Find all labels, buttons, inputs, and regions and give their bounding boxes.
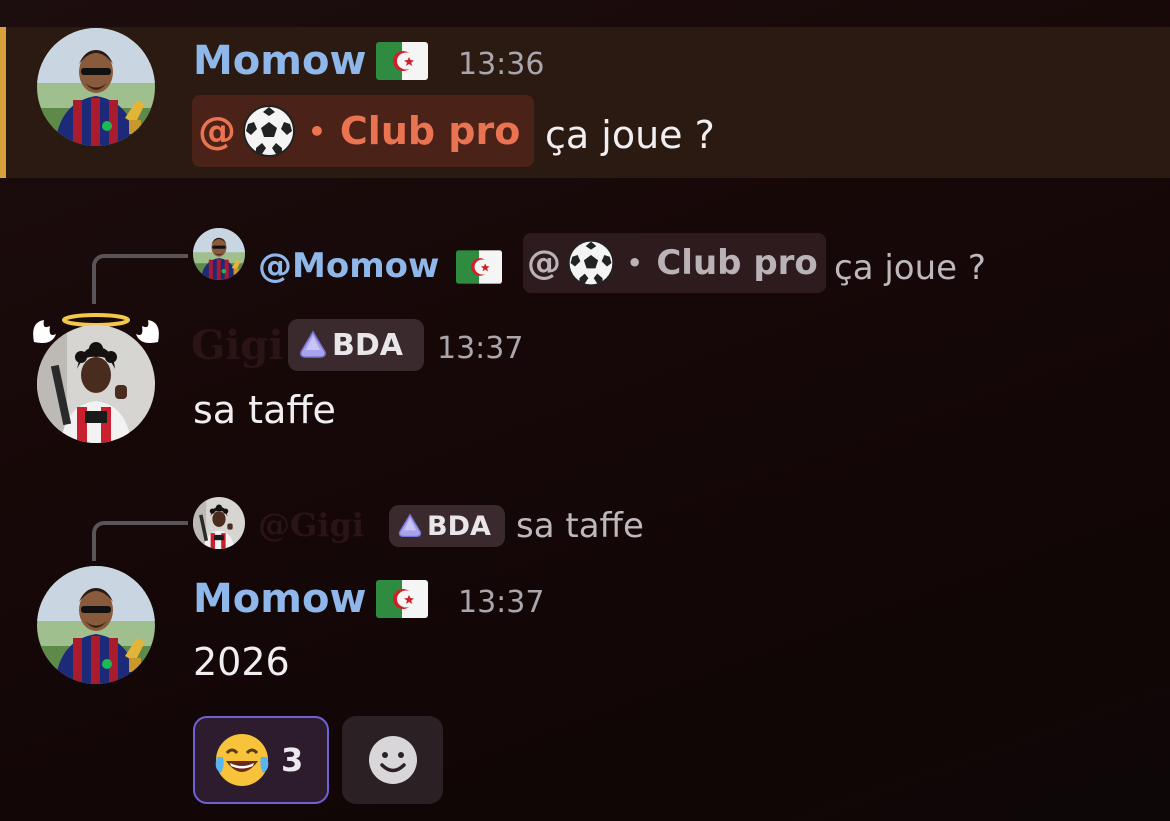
message-timestamp[interactable]: 13:37 <box>437 331 523 366</box>
reply-avatar[interactable] <box>193 497 245 549</box>
joy-emoji-icon <box>215 734 269 786</box>
server-tag-badge[interactable]: BDA <box>288 319 424 371</box>
mention-role-name: Club pro <box>339 109 521 153</box>
reply-connector <box>92 521 188 561</box>
avatar[interactable] <box>37 28 155 146</box>
reaction-count: 3 <box>281 741 304 779</box>
message-text: 2026 <box>193 640 290 684</box>
badge-label: BDA <box>427 510 491 542</box>
gem-icon <box>397 513 423 539</box>
reply-author-name[interactable]: @Gigi <box>258 506 364 544</box>
algeria-flag-icon <box>376 42 428 80</box>
message-timestamp[interactable]: 13:37 <box>458 585 544 620</box>
mention-highlight-bar <box>0 27 6 178</box>
mention-prefix: @ <box>198 109 236 153</box>
author-name[interactable]: Momow <box>193 576 366 622</box>
avatar[interactable] <box>37 325 155 443</box>
message-text: ça joue ? <box>545 113 715 157</box>
mention-prefix: @ <box>527 243 561 283</box>
author-name[interactable]: Momow <box>193 38 366 84</box>
reaction-joy[interactable]: 3 <box>193 716 329 804</box>
mention-separator: • <box>308 114 326 148</box>
gem-icon <box>298 330 328 360</box>
badge-label: BDA <box>332 327 403 363</box>
mention-separator: • <box>627 249 643 277</box>
mention-role-name: Club pro <box>656 243 818 283</box>
algeria-flag-icon <box>456 250 502 284</box>
reply-author-name[interactable]: @Momow <box>258 246 439 286</box>
role-mention[interactable]: @ • Club pro <box>192 95 534 167</box>
add-reaction-button[interactable] <box>342 716 443 804</box>
reply-role-mention[interactable]: @ • Club pro <box>523 233 826 293</box>
reply-avatar[interactable] <box>193 228 245 280</box>
reply-preview-text[interactable]: ça joue ? <box>834 248 986 288</box>
soccer-ball-icon <box>242 104 296 158</box>
server-tag-badge[interactable]: BDA <box>389 505 505 547</box>
reply-preview-text[interactable]: sa taffe <box>516 506 644 546</box>
author-name[interactable]: Gigi <box>191 322 284 369</box>
smiley-add-reaction-icon <box>368 736 417 784</box>
message-text: sa taffe <box>193 388 336 432</box>
message-timestamp[interactable]: 13:36 <box>458 47 544 82</box>
avatar[interactable] <box>37 566 155 684</box>
algeria-flag-icon <box>376 580 428 618</box>
reply-connector <box>92 254 188 304</box>
soccer-ball-icon <box>567 239 615 287</box>
